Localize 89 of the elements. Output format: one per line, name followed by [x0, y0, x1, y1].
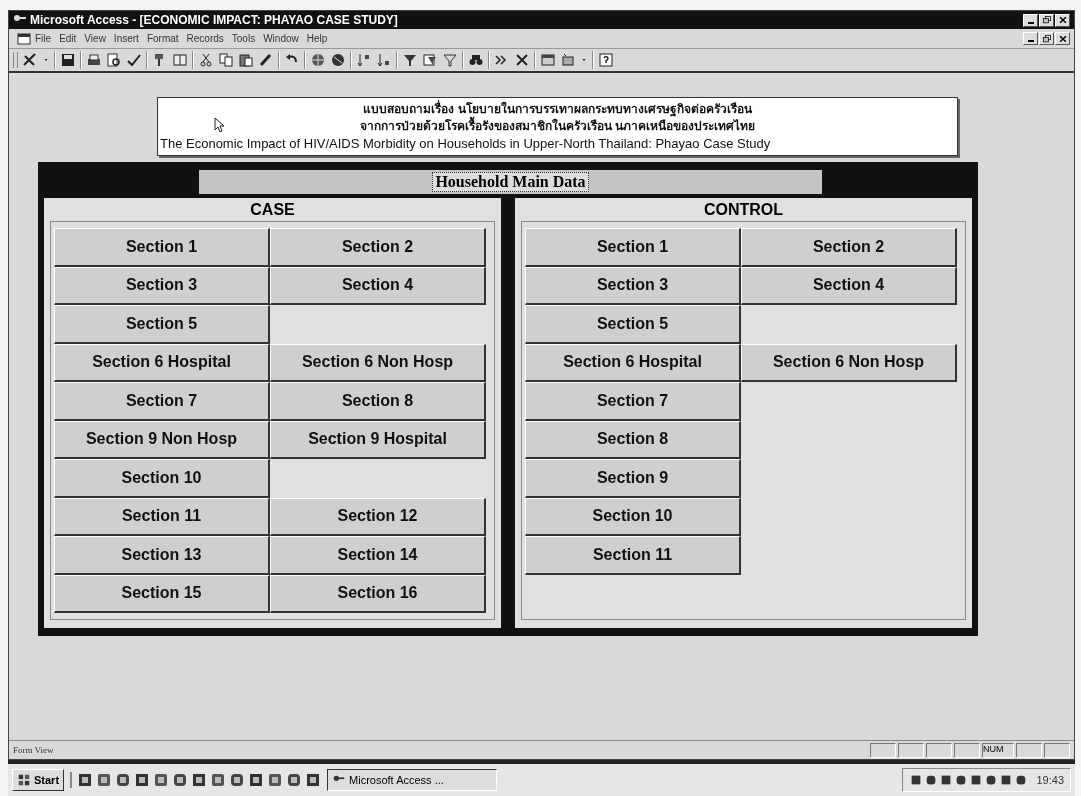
printer-icon[interactable] [86, 52, 102, 68]
minimize-button[interactable] [1023, 13, 1038, 27]
section-button[interactable]: Section 6 Hospital [525, 343, 741, 382]
database-window-icon[interactable] [540, 52, 556, 68]
section-button[interactable]: Section 6 Non Hosp [741, 343, 957, 382]
close-icon [1057, 15, 1068, 25]
help-icon[interactable] [598, 52, 614, 68]
header-text: จากการป่วยด้วยโรคเรื้อรังของสมาชิกในครัวเรือน นภาคเหนือของประเทศไทย [359, 118, 756, 135]
section-button[interactable]: Section 9 Hospital [270, 420, 486, 459]
section-button[interactable]: Section 7 [54, 382, 270, 421]
form-icon [17, 31, 31, 46]
start-button[interactable]: Start [12, 769, 65, 791]
section-button[interactable]: Section 4 [741, 266, 957, 305]
menu-item[interactable]: Records [186, 33, 224, 44]
section-button[interactable]: Section 5 [54, 305, 270, 344]
panel-title: CONTROL [702, 200, 785, 220]
form-title: Household Main Data [432, 172, 589, 192]
taskbar-button[interactable]: Microsoft Access ... [327, 769, 498, 791]
section-button[interactable]: Section 9 Non Hosp [54, 420, 270, 459]
section-button[interactable]: Section 3 [54, 266, 270, 305]
paste-icon[interactable] [238, 52, 254, 68]
window-title: Microsoft Access - [ECONOMIC IMPACT: PHAYAO CASE STUDY] [30, 13, 399, 27]
menu-item[interactable]: Edit [59, 33, 77, 44]
status-panel [870, 742, 896, 758]
minimize-icon [1027, 40, 1034, 42]
clock: 19:43 [1036, 774, 1064, 786]
section-button[interactable]: Section 11 [525, 536, 741, 575]
cut-icon[interactable] [198, 52, 214, 68]
windows-logo-icon [17, 773, 31, 787]
header-text: The Economic Impact of HIV/AIDS Morbidity on Households in Upper-North Thailand: Phayao Case Study [160, 135, 771, 152]
section-button[interactable]: Section 4 [270, 266, 486, 305]
section-button[interactable]: Section 1 [54, 228, 270, 267]
restore-icon [1041, 15, 1052, 25]
status-panel [954, 742, 980, 758]
status-text: Form View [13, 745, 55, 755]
print-preview-icon[interactable] [106, 52, 122, 68]
status-panel [1016, 742, 1042, 758]
copy-icon[interactable] [218, 52, 234, 68]
close-icon [1057, 33, 1068, 44]
filter-icon[interactable] [402, 52, 418, 68]
menu-item[interactable]: Window [263, 33, 299, 44]
section-button[interactable]: Section 12 [270, 497, 486, 536]
filter-icon[interactable] [442, 52, 458, 68]
menu-item[interactable]: Help [306, 33, 328, 44]
section-button[interactable]: Section 6 Non Hosp [270, 343, 486, 382]
section-button[interactable]: Section 10 [54, 459, 270, 498]
section-button[interactable]: Section 8 [270, 382, 486, 421]
section-button[interactable]: Section 6 Hospital [54, 343, 270, 382]
status-panel [1044, 742, 1070, 758]
restore-icon [1041, 33, 1052, 44]
cursor-icon [214, 117, 224, 133]
status-indicator: NUM [982, 742, 1014, 758]
filter-form-icon[interactable] [422, 52, 438, 68]
save-icon[interactable] [60, 52, 76, 68]
restore-button[interactable] [1039, 32, 1054, 45]
panel-title: CASE [249, 200, 296, 220]
spelling-icon[interactable] [126, 52, 142, 68]
section-button[interactable]: Section 10 [525, 497, 741, 536]
section-button[interactable]: Section 2 [270, 228, 486, 267]
menu-item[interactable]: View [84, 33, 106, 44]
close-button[interactable] [1055, 13, 1070, 27]
section-button[interactable]: Section 3 [525, 266, 741, 305]
restore-button[interactable] [1039, 13, 1054, 27]
section-button[interactable]: Section 5 [525, 305, 741, 344]
binoculars-icon[interactable] [468, 52, 484, 68]
menu-item[interactable]: Tools [231, 33, 256, 44]
section-button[interactable]: Section 8 [525, 420, 741, 459]
status-panel [898, 742, 924, 758]
close-button[interactable] [1055, 32, 1070, 45]
menu-item[interactable]: Format [146, 33, 179, 44]
sort-ascending-icon[interactable] [356, 52, 372, 68]
section-button[interactable]: Section 13 [54, 536, 270, 575]
menu-item[interactable]: File [35, 33, 52, 44]
status-panel [926, 742, 952, 758]
section-button[interactable]: Section 16 [270, 574, 486, 613]
section-button[interactable]: Section 14 [270, 536, 486, 575]
delete-record-icon[interactable] [514, 52, 530, 68]
sort-descending-icon[interactable] [376, 52, 392, 68]
book-icon[interactable] [172, 52, 188, 68]
section-button[interactable]: Section 1 [525, 228, 741, 267]
section-button[interactable]: Section 15 [54, 574, 270, 613]
menu-item[interactable]: Insert [113, 33, 139, 44]
section-button[interactable]: Section 9 [525, 459, 741, 498]
header-text: แบบสอบถามเรื่อง นโยบายในการบรรเทาผลกระทบทางเศรษฐกิจต่อครัวเรือน [363, 101, 752, 117]
section-button[interactable]: Section 2 [741, 228, 957, 267]
section-button[interactable]: Section 7 [525, 382, 741, 421]
minimize-icon [1027, 21, 1034, 24]
minimize-button[interactable] [1023, 32, 1038, 45]
section-button[interactable]: Section 11 [54, 497, 270, 536]
